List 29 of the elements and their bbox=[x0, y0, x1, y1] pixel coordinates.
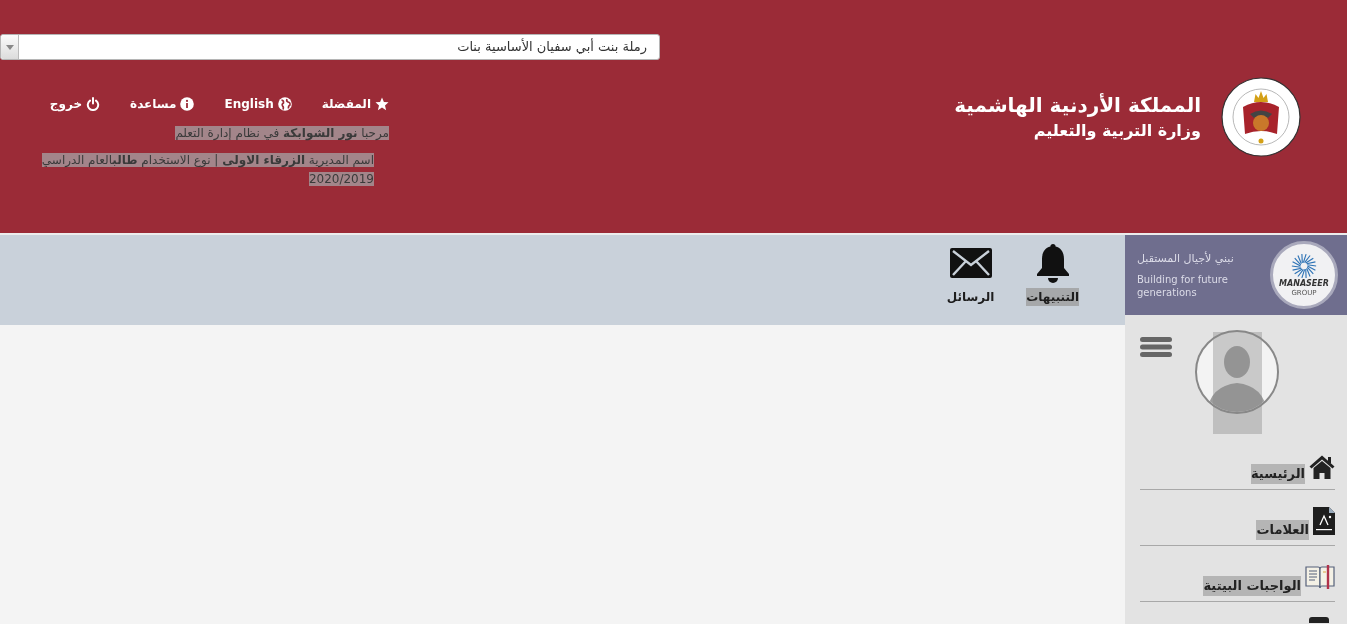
logout-link[interactable]: خروج bbox=[49, 96, 101, 112]
language-link[interactable]: English bbox=[224, 96, 292, 112]
document-icon bbox=[1313, 507, 1335, 535]
grades-link[interactable]: العلامات bbox=[1256, 507, 1335, 540]
arabic-tagline: نبني لأجيال المستقبل bbox=[1137, 251, 1234, 267]
book-icon bbox=[1305, 564, 1335, 591]
home-link[interactable]: الرئيسية bbox=[1250, 455, 1335, 484]
sunburst-icon bbox=[1291, 253, 1317, 279]
globe-icon bbox=[277, 97, 292, 111]
info-icon bbox=[180, 97, 195, 111]
messages-button[interactable]: الرسائل bbox=[946, 242, 995, 306]
kingdom-title: المملكة الأردنية الهاشمية bbox=[954, 92, 1201, 119]
envelope-icon bbox=[949, 248, 992, 278]
nav-icon bbox=[1309, 617, 1329, 623]
power-icon bbox=[86, 97, 101, 111]
help-link[interactable]: مساعدة bbox=[130, 96, 195, 112]
school-select[interactable]: رملة بنت أبي سفيان الأساسية بنات bbox=[0, 34, 660, 60]
home-icon bbox=[1309, 455, 1335, 479]
user-details-text: اسم المديرية الزرقاء الاولى | نوع الاستخدام طالبالعام الدراسي 2020/2019 bbox=[40, 152, 374, 188]
bell-icon bbox=[1034, 243, 1071, 283]
favorites-link[interactable]: المفضلة bbox=[321, 96, 389, 112]
homework-link[interactable]: الواجبات البيتية bbox=[1203, 564, 1335, 596]
ministry-subtitle: وزارة التربية والتعليم bbox=[1032, 120, 1201, 142]
alerts-button[interactable]: التنبيهات bbox=[1026, 242, 1079, 306]
logo-name: MANASEER bbox=[1279, 279, 1329, 289]
star-icon bbox=[375, 97, 389, 111]
english-tagline: Building for future generations bbox=[1137, 273, 1229, 299]
welcome-text: مرحبا نور الشوابكة في نظام إدارة التعلم bbox=[175, 125, 389, 143]
menu-icon[interactable] bbox=[1140, 337, 1172, 357]
